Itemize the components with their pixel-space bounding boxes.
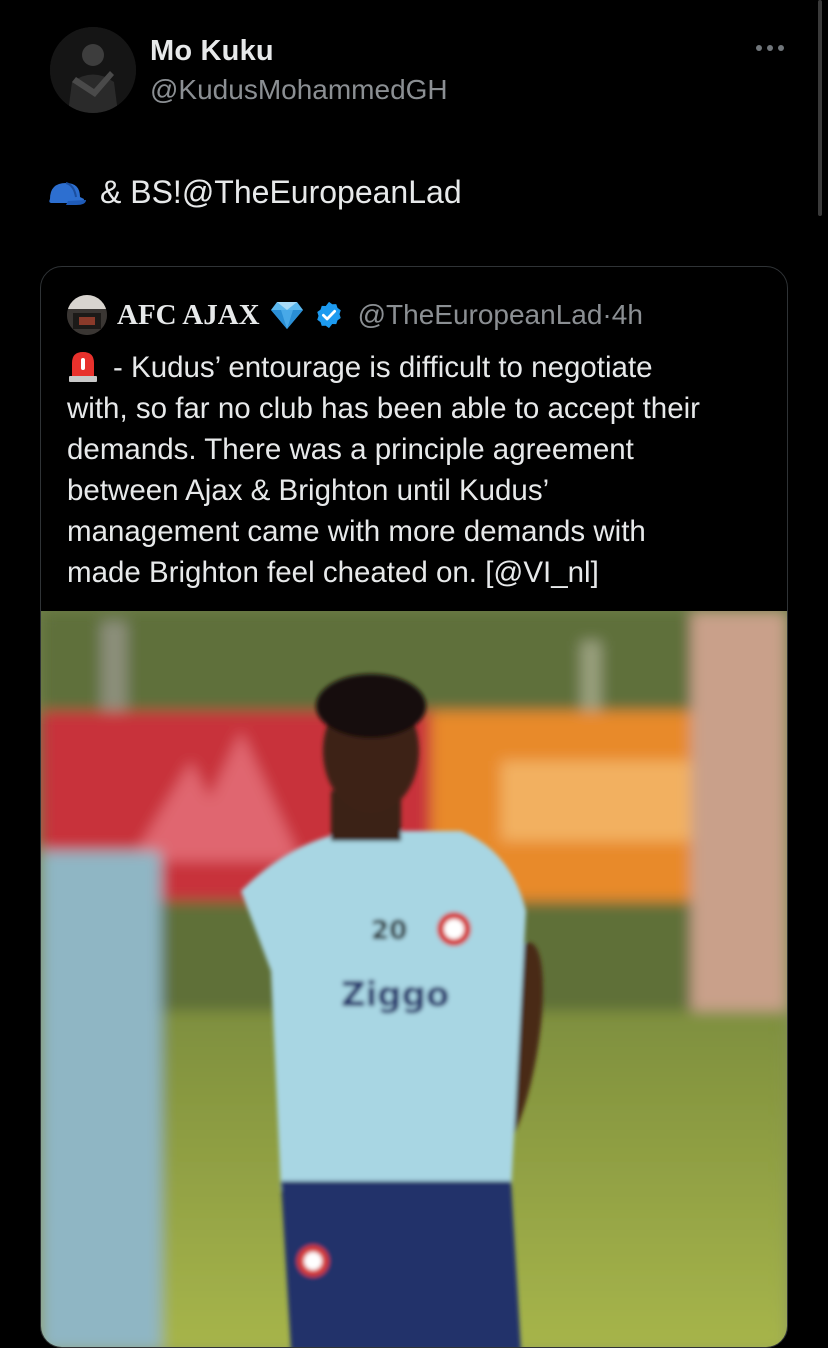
quoted-text-line: made Brighton feel cheated on. [@VI_nl] — [67, 556, 599, 589]
svg-text:Ziggo: Ziggo — [341, 975, 449, 1015]
quoted-post-text: - Kudus’ entourage is difficult to negot… — [67, 347, 772, 593]
author-name[interactable]: Mo Kuku — [150, 35, 448, 68]
cap-icon — [49, 181, 86, 205]
author-handle[interactable]: @KudusMohammedGH — [150, 74, 448, 106]
separator-dot: · — [602, 299, 612, 330]
more-options-icon[interactable] — [752, 43, 788, 53]
siren-icon — [69, 352, 97, 382]
quoted-text-line: - Kudus’ entourage is difficult to negot… — [113, 351, 653, 384]
quoted-text-line: between Ajax & Brighton until Kudus’ — [67, 474, 550, 507]
quoted-post[interactable]: AFC AJAX @TheEuropeanLad·4h - Kudus’ ent… — [40, 266, 788, 1348]
post-time[interactable]: 4h — [612, 299, 643, 330]
avatar[interactable] — [50, 27, 136, 113]
quoted-post-header: AFC AJAX @TheEuropeanLad·4h — [67, 295, 643, 335]
quoted-text-line: management came with more demands with — [67, 515, 646, 548]
blue-diamond-icon — [270, 302, 303, 329]
quoted-author-handle[interactable]: @TheEuropeanLad·4h — [358, 299, 643, 331]
quoted-text-line: demands. There was a principle agreement — [67, 433, 634, 466]
quoted-author-name[interactable]: AFC AJAX — [117, 299, 260, 332]
quoted-author-avatar[interactable] — [67, 295, 107, 335]
post-text: & BS!@TheEuropeanLad — [46, 174, 462, 211]
svg-text:20: 20 — [371, 916, 407, 946]
verified-badge-icon — [316, 301, 341, 329]
post-text-content: & BS!@TheEuropeanLad — [100, 174, 462, 210]
scrollbar[interactable] — [818, 0, 822, 216]
post-photo[interactable]: 20 Ziggo — [41, 611, 787, 1347]
post-header: Mo Kuku @KudusMohammedGH — [50, 27, 788, 122]
quoted-text-line: with, so far no club has been able to ac… — [67, 392, 700, 425]
